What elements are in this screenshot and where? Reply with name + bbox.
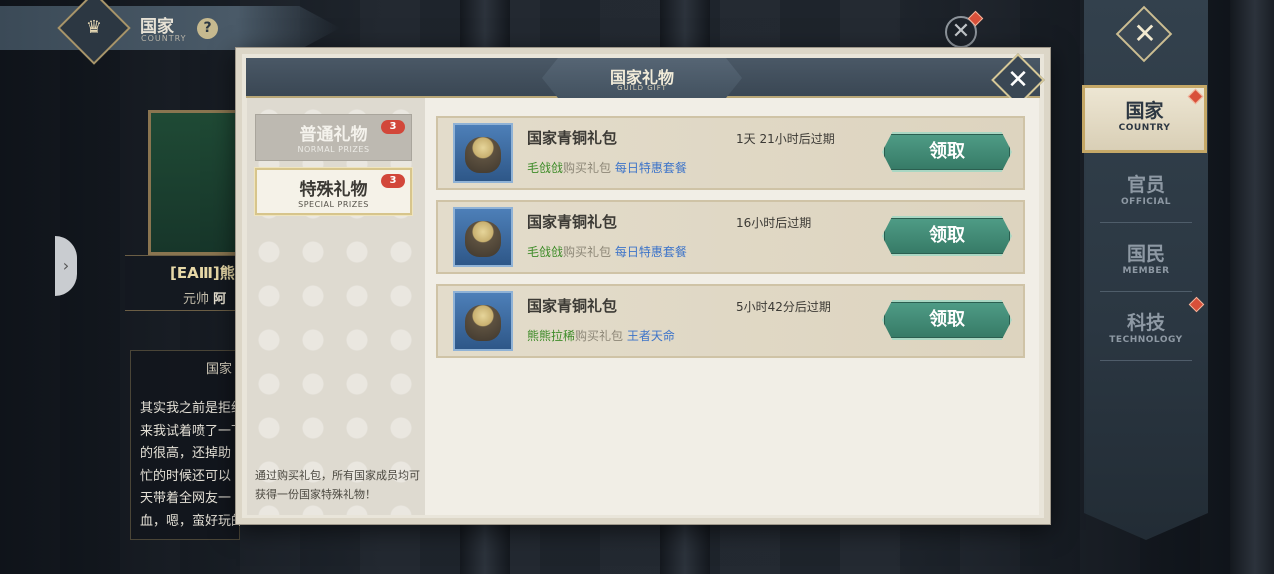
claim-button[interactable]: 领取 [882,132,1012,172]
guild-banner [148,110,238,255]
gift-expiry: 1天 21小时后过期 [736,132,835,146]
close-icon[interactable]: ✕ [999,60,1037,100]
buyer-name: 毛戗戗 [527,161,564,175]
declaration-text: 其实我之前是拒绝 来我试着喷了一下 的很高，还掉助 忙的时候还可以 天带着全网友… [140,401,240,529]
header-subtitle: COUNTRY [141,34,187,43]
tab-badge: 3 [381,174,405,188]
pack-name: 每日特惠套餐 [614,161,687,175]
declaration-title: 国家 [206,362,233,377]
claim-button[interactable]: 领取 [882,216,1012,256]
gift-meta: 毛戗戗购买礼包 每日特惠套餐 [527,243,687,260]
side-divider [1100,360,1192,361]
gift-bag-icon [453,291,513,351]
side-item-sublabel: COUNTRY [1118,123,1171,133]
side-item-label: 官员 [1126,174,1165,196]
gift-expiry: 5小时42分后过期 [736,300,831,314]
buyer-name: 毛戗戗 [527,245,564,259]
gift-expiry: 16小时后过期 [736,216,812,230]
tab-sublabel: NORMAL PRIZES [297,145,370,154]
side-divider [1100,222,1192,223]
bought-text: 购买礼包 [563,245,612,259]
gift-meta: 毛戗戗购买礼包 每日特惠套餐 [527,159,687,176]
scene-pillar [1230,0,1274,574]
tab-sublabel: SPECIAL PRIZES [298,200,369,209]
help-button[interactable]: ? [197,18,218,39]
guild-name: [EAⅢ]熊 [170,264,235,282]
dialog-subtitle: GUILD GIFT [617,84,667,92]
guild-rank: 元帅 阿 [183,288,226,307]
tab-note: 通过购买礼包，所有国家成员均可获得一份国家特殊礼物！ [255,469,420,501]
tab-badge: 3 [381,120,405,134]
rank-name: 阿 [213,292,227,307]
side-item-sublabel: TECHNOLOGY [1109,335,1183,345]
gift-name: 国家青铜礼包 [527,129,618,147]
gift-bag-icon [453,123,513,183]
side-item-official[interactable]: 官员 OFFICIAL [1084,162,1208,224]
side-close-icon[interactable]: ✕ [1128,14,1162,54]
claim-button[interactable]: 领取 [882,300,1012,340]
side-item-label: 国民 [1126,243,1165,265]
side-item-label: 国家 [1125,100,1164,122]
buyer-name: 熊熊拉稀 [527,329,576,343]
gift-name: 国家青铜礼包 [527,297,618,315]
gift-bag-icon [453,207,513,267]
rank-label: 元帅 [183,292,210,307]
bought-text: 购买礼包 [575,329,624,343]
pack-name: 每日特惠套餐 [614,245,687,259]
gift-meta: 熊熊拉稀购买礼包 王者天命 [527,327,675,344]
pack-name: 王者天命 [626,329,675,343]
side-item-sublabel: OFFICIAL [1121,197,1171,207]
bought-text: 购买礼包 [563,161,612,175]
side-item-sublabel: MEMBER [1122,266,1170,276]
side-item-technology[interactable]: 科技 TECHNOLOGY [1084,300,1208,362]
side-divider [1100,291,1192,292]
crown-icon: ♛ [85,17,103,38]
side-item-member[interactable]: 国民 MEMBER [1084,231,1208,293]
gift-name: 国家青铜礼包 [527,213,618,231]
